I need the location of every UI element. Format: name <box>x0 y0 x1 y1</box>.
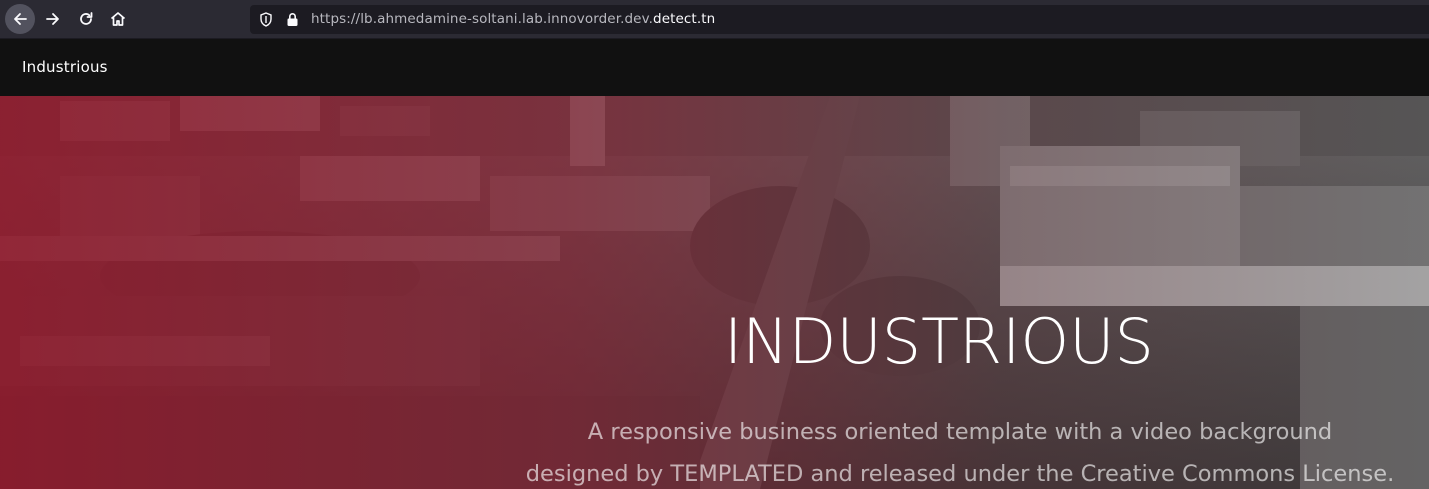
site-logo-link[interactable]: Industrious <box>22 58 108 76</box>
tracking-protection-shield-icon[interactable] <box>259 12 273 27</box>
site-header: Industrious <box>0 39 1429 96</box>
banner-description: A responsive business oriented template … <box>440 411 1429 489</box>
banner-description-line-2: designed by TEMPLATED and released under… <box>525 461 1395 487</box>
reload-button[interactable] <box>71 4 101 34</box>
forward-button[interactable] <box>38 4 68 34</box>
arrow-left-icon <box>14 13 27 25</box>
address-bar[interactable]: https://lb.ahmedamine-soltani.lab.innovo… <box>250 5 1429 34</box>
banner-title: INDUSTRIOUS <box>724 305 1154 378</box>
hero-banner: INDUSTRIOUS A responsive business orient… <box>0 96 1429 489</box>
banner-description-line-1: A responsive business oriented template … <box>587 419 1333 445</box>
browser-toolbar: https://lb.ahmedamine-soltani.lab.innovo… <box>0 0 1429 39</box>
back-button[interactable] <box>5 4 35 34</box>
url-text[interactable]: https://lb.ahmedamine-soltani.lab.innovo… <box>311 11 715 27</box>
padlock-icon[interactable] <box>286 12 299 27</box>
home-icon <box>110 12 126 26</box>
reload-icon <box>80 12 93 25</box>
url-host: detect.tn <box>653 11 716 27</box>
home-button[interactable] <box>103 4 133 34</box>
url-prefix: https://lb.ahmedamine-soltani.lab.innovo… <box>311 11 654 27</box>
arrow-right-icon <box>46 13 59 25</box>
